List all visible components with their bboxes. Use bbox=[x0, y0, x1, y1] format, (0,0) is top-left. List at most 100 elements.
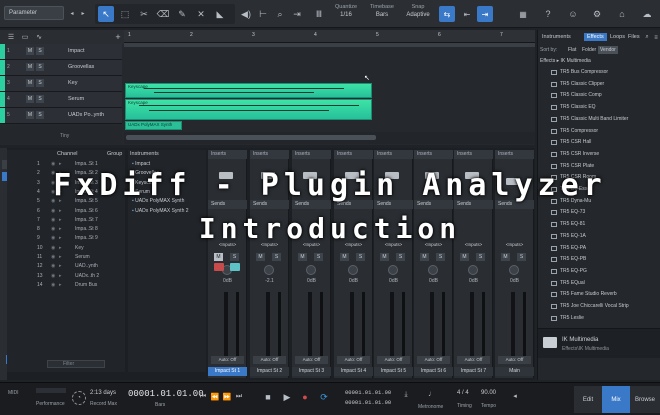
eye-icon[interactable]: ◉ bbox=[51, 170, 55, 176]
input-selector[interactable]: <Inputs> bbox=[458, 242, 489, 249]
strip-name[interactable]: Impact St 4 bbox=[334, 367, 373, 376]
ruler[interactable]: 1 2 3 4 5 6 7 bbox=[124, 30, 535, 43]
plugin-item[interactable]: TR5 CSR Inverse bbox=[551, 150, 660, 159]
channel-row[interactable]: 7 ◉ ▸ Impa..St 7 bbox=[7, 217, 125, 226]
plugin-item[interactable]: TR5 Joe Chiccarelli Vocal Strip bbox=[551, 302, 660, 311]
volume-fader-track[interactable] bbox=[430, 292, 434, 362]
play-icon[interactable]: ▶ bbox=[279, 389, 295, 405]
tab-instruments[interactable]: Instruments bbox=[540, 33, 573, 41]
punch-icon[interactable]: ⤓ bbox=[400, 389, 412, 401]
automation-button[interactable]: Auto: Off bbox=[498, 356, 531, 364]
tab-effects[interactable]: Effects bbox=[584, 33, 607, 41]
channel-row[interactable]: 6 ◉ ▸ Impa..St 6 bbox=[7, 208, 125, 217]
solo-button[interactable]: S bbox=[36, 95, 44, 103]
browser-search-icon[interactable]: ⌕ bbox=[643, 33, 651, 42]
plugin-item[interactable]: TR5 Compressor bbox=[551, 127, 660, 136]
plugin-item[interactable]: TR5 EQual bbox=[551, 279, 660, 288]
input-selector[interactable]: <Inputs> bbox=[296, 242, 327, 249]
instrument-item[interactable]: ▪ Serum bbox=[132, 189, 150, 195]
tab-files[interactable]: Files bbox=[626, 33, 642, 41]
track-row[interactable]: 3 M S Key bbox=[0, 76, 122, 92]
eye-icon[interactable]: ◉ bbox=[51, 282, 55, 288]
volume-fader-track[interactable] bbox=[511, 292, 515, 362]
plugin-item[interactable]: TR5 Classic Comp bbox=[551, 91, 660, 100]
solo-button[interactable]: S bbox=[476, 253, 485, 261]
plugin-item[interactable]: TR5 CSR Hall bbox=[551, 138, 660, 147]
fader-cap[interactable] bbox=[345, 172, 359, 179]
position-display[interactable]: 00001.01.01.00 bbox=[128, 389, 204, 399]
solo-button[interactable]: S bbox=[230, 253, 239, 261]
solo-button[interactable]: S bbox=[356, 253, 365, 261]
automation-button[interactable]: Auto: Off bbox=[457, 356, 490, 364]
solo-button[interactable]: S bbox=[36, 47, 44, 55]
volume-fader-track[interactable] bbox=[308, 292, 312, 362]
volume-fader-track[interactable] bbox=[224, 292, 228, 362]
pan-knob[interactable] bbox=[264, 265, 274, 275]
inserts-header[interactable]: Inserts bbox=[374, 150, 413, 159]
arrow-left-icon[interactable]: ◂ bbox=[67, 8, 77, 18]
plugin-item[interactable]: TR5 Classic Multi Band Limiter bbox=[551, 115, 660, 124]
inspector-icon[interactable]: ▭ bbox=[20, 32, 30, 42]
channel-row[interactable]: 14 ◉ ▸ Drum Bus bbox=[7, 282, 125, 291]
channel-row[interactable]: 5 ◉ ▸ Impa..St 5 bbox=[7, 198, 125, 207]
plugin-item[interactable]: TR5 Classic EQ bbox=[551, 103, 660, 112]
clip-polymax[interactable]: UADx PolyMAX Synth bbox=[125, 121, 182, 130]
eye-icon[interactable]: ◉ bbox=[51, 161, 55, 167]
strip-name[interactable]: Impact St 2 bbox=[250, 367, 289, 376]
solo-button[interactable]: S bbox=[396, 253, 405, 261]
split-view-icon[interactable]: ⊢ bbox=[255, 6, 271, 22]
snap-control[interactable]: Snap Adaptive bbox=[400, 4, 436, 24]
tab-edit[interactable]: Edit bbox=[574, 386, 602, 413]
channel-row[interactable]: 1 ◉ ▸ Impa..St 1 bbox=[7, 161, 125, 170]
plugin-item[interactable]: TR5 EQ-1A bbox=[551, 232, 660, 241]
mute-button[interactable]: M bbox=[214, 253, 223, 261]
scroll-thumb[interactable] bbox=[126, 135, 376, 140]
inserts-header[interactable]: Inserts bbox=[208, 150, 247, 159]
automation-button[interactable]: Auto: Off bbox=[253, 356, 286, 364]
track-row[interactable]: 4 M S Serum bbox=[0, 92, 122, 108]
loop-icon[interactable]: ⟳ bbox=[316, 389, 332, 405]
automation-icon[interactable]: ∿ bbox=[34, 32, 44, 42]
plugin-item[interactable]: TR5 Fame Studio Reverb bbox=[551, 290, 660, 299]
mute-button[interactable]: M bbox=[26, 79, 34, 87]
plugin-item[interactable]: TR5 CSR Room bbox=[551, 173, 660, 182]
plugin-item[interactable]: TR5 De-Esser bbox=[551, 185, 660, 194]
input-selector[interactable]: <Inputs> bbox=[212, 242, 243, 249]
add-track-icon[interactable]: + bbox=[113, 32, 123, 42]
strip-name[interactable]: Main bbox=[495, 367, 534, 376]
track-row[interactable]: 1 M S Impact bbox=[0, 44, 122, 60]
solo-button[interactable]: S bbox=[36, 63, 44, 71]
stop-icon[interactable]: ■ bbox=[260, 389, 276, 405]
quantize-control[interactable]: Quantize 1/16 bbox=[328, 4, 364, 24]
sends-header[interactable]: Sends bbox=[334, 200, 373, 209]
eye-icon[interactable]: ◉ bbox=[51, 217, 55, 223]
input-selector[interactable]: <Inputs> bbox=[418, 242, 449, 249]
plugin-item[interactable]: TR5 EQ-73 bbox=[551, 208, 660, 217]
mute-button[interactable]: M bbox=[26, 111, 34, 119]
arrow-tool-icon[interactable]: ↖ bbox=[98, 6, 114, 22]
record-icon[interactable]: ● bbox=[297, 389, 313, 405]
channel-row[interactable]: 8 ◉ ▸ Impa..St 8 bbox=[7, 226, 125, 235]
record-panel-icon[interactable]: ◔ bbox=[72, 391, 86, 405]
quantize-icon[interactable]: Ⅲ bbox=[312, 6, 326, 22]
instrument-item[interactable]: ▪ UADx PolyMAX Synth 2 bbox=[132, 208, 189, 214]
channel-row[interactable]: 2 ◉ ▸ Impa..St 2 bbox=[7, 170, 125, 179]
forward-end-icon[interactable]: ⏭ bbox=[234, 392, 244, 402]
mute-button[interactable]: M bbox=[460, 253, 469, 261]
volume-fader-track[interactable] bbox=[390, 292, 394, 362]
mute-button[interactable]: M bbox=[420, 253, 429, 261]
sort-folder[interactable]: Folder bbox=[580, 46, 598, 54]
input-selector[interactable]: <Inputs> bbox=[254, 242, 285, 249]
transport-tool-icon[interactable]: ⇥ bbox=[289, 6, 305, 22]
sends-header[interactable]: Sends bbox=[414, 200, 453, 209]
instrument-item[interactable]: ▪ UADx PolyMAX Synth bbox=[132, 198, 184, 204]
snap-toggle-icon[interactable]: ⇆ bbox=[439, 6, 455, 22]
inserts-header[interactable]: Inserts bbox=[414, 150, 453, 159]
fader-cap[interactable] bbox=[385, 172, 399, 179]
eye-icon[interactable]: ◉ bbox=[51, 273, 55, 279]
loop-end[interactable]: 00001.01.01.00 bbox=[345, 399, 391, 406]
split-tool-icon[interactable]: ✂ bbox=[136, 6, 152, 22]
volume-fader-track[interactable] bbox=[470, 292, 474, 362]
solo-button[interactable]: S bbox=[436, 253, 445, 261]
paint-tool-icon[interactable]: ✎ bbox=[174, 6, 190, 22]
